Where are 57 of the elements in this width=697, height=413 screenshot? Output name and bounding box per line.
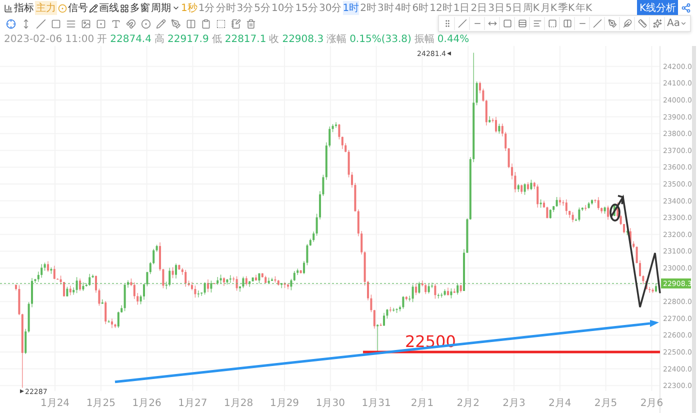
menu-button[interactable]: 多窗 <box>120 1 150 15</box>
menu-button[interactable]: 周期 <box>151 1 180 15</box>
info-value: 0.44% <box>437 34 470 44</box>
date-axis-label: 1月31 <box>362 398 391 409</box>
date-axis-label: 1月30 <box>316 398 345 409</box>
period-tab[interactable]: 1日 <box>453 1 470 15</box>
period-tab[interactable]: 年K <box>576 1 592 15</box>
period-tab[interactable]: 季K <box>558 1 574 15</box>
period-tab[interactable]: 2时 <box>360 1 376 15</box>
analysis-button[interactable]: K线分析 <box>637 0 678 16</box>
info-value: 22908.3 <box>282 34 324 44</box>
period-tab[interactable]: 3日 <box>488 1 504 15</box>
period-tab[interactable]: 1时 <box>342 1 360 15</box>
date-axis-label: 1月25 <box>86 398 116 409</box>
info-label: 振幅 <box>414 33 434 46</box>
date-axis-label: 2月4 <box>548 398 572 409</box>
info-label: 高 <box>154 32 164 46</box>
period-tab[interactable]: 4时 <box>394 1 412 15</box>
period-tab[interactable]: 3分 <box>236 1 254 15</box>
info-label: 低 <box>212 33 222 46</box>
menu-button[interactable]: 信号 <box>58 1 88 15</box>
date-axis-label: 1月27 <box>178 398 208 409</box>
font-button[interactable]: Aa <box>666 18 688 29</box>
period-tab[interactable]: 月K <box>540 1 557 15</box>
period-tab[interactable]: 10分 <box>272 1 294 15</box>
date-axis-label: 1月26 <box>132 398 162 409</box>
date-axis-label: 2月3 <box>502 398 526 409</box>
menu-button[interactable]: 指标 主力 <box>4 1 57 15</box>
date-axis-label: 2月5 <box>594 398 618 409</box>
period-tab[interactable]: 5分 <box>254 1 270 15</box>
date-axis-label: 2月2 <box>456 398 480 409</box>
period-tab[interactable]: 1秒 <box>181 1 198 15</box>
period-tab[interactable]: 15分 <box>295 1 318 15</box>
date-axis-label: 1月28 <box>224 398 254 409</box>
info-value: 0.15%(33.8) <box>350 34 412 44</box>
info-time: 2023-02-06 11:00 <box>4 34 94 44</box>
period-tab[interactable]: 5日 <box>505 1 522 15</box>
date-axis-label: 1月24 <box>40 398 70 409</box>
period-tab[interactable]: 6时 <box>412 1 429 15</box>
info-value: 22917.9 <box>167 34 209 44</box>
info-value: 22817.1 <box>224 34 266 44</box>
period-tab[interactable]: 2日 <box>470 1 488 15</box>
badge: 主力 <box>35 1 57 15</box>
period-tab[interactable]: 周K <box>522 1 540 15</box>
date-axis-label: 2月1 <box>410 398 434 409</box>
period-tab[interactable]: 3时 <box>377 1 394 15</box>
period-tab[interactable]: 分时 <box>216 1 236 15</box>
date-axis-label: 2月6 <box>640 398 664 409</box>
info-label: 收 <box>269 33 280 46</box>
info-label: 涨幅 <box>326 32 347 46</box>
info-label: 开 <box>97 33 108 46</box>
period-tab[interactable]: 1分 <box>198 1 215 15</box>
period-tab[interactable]: 30分 <box>318 1 342 15</box>
menu-button[interactable]: 画线 <box>89 1 119 15</box>
period-tab[interactable]: 12时 <box>430 1 452 15</box>
date-axis-label: 1月29 <box>270 398 300 409</box>
info-value: 22874.4 <box>110 34 152 44</box>
